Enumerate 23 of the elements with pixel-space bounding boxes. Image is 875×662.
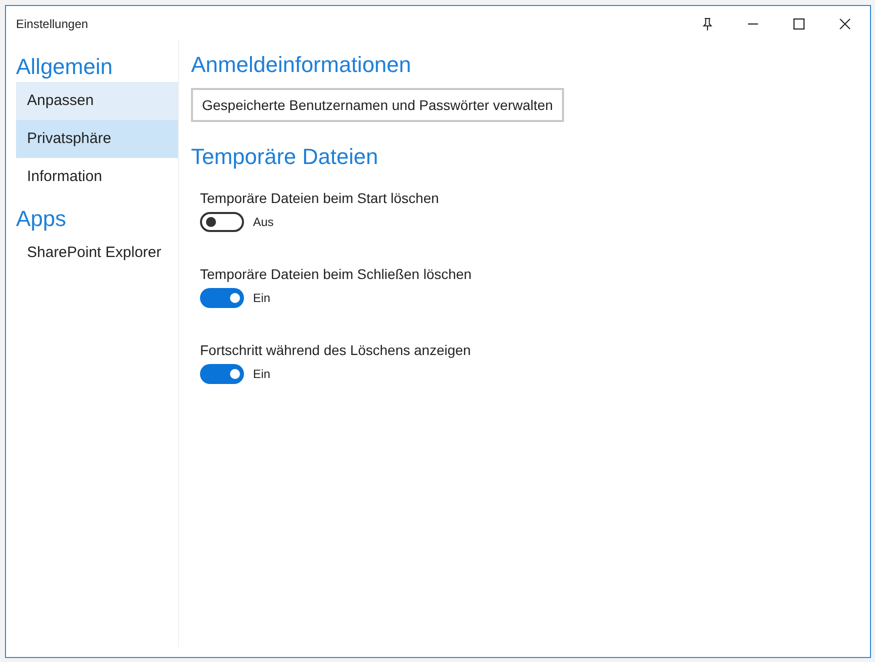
pin-icon — [702, 17, 712, 31]
sidebar-item[interactable]: Information — [16, 158, 178, 196]
section-heading: Anmeldeinformationen — [191, 51, 412, 79]
sidebar-item[interactable]: SharePoint Explorer — [16, 234, 178, 272]
toggle-state: Aus — [253, 214, 274, 231]
close-icon — [839, 18, 851, 30]
toggle-switch[interactable] — [200, 364, 244, 384]
minimize-icon — [747, 23, 759, 25]
sidebar-item[interactable]: Privatsphäre — [16, 120, 178, 158]
sidebar-heading: Apps — [16, 205, 68, 233]
section-heading: Temporäre Dateien — [191, 143, 380, 171]
toggle-label: Temporäre Dateien beim Start löschen — [200, 189, 440, 208]
window-title: Einstellungen — [16, 16, 90, 33]
toggle-label: Temporäre Dateien beim Schließen löschen — [200, 265, 473, 284]
maximize-icon — [793, 18, 805, 30]
toggle-label: Fortschritt während des Löschens anzeigen — [200, 341, 472, 360]
toggle-switch[interactable] — [200, 288, 244, 308]
toggle-state: Ein — [253, 366, 270, 383]
sidebar-item[interactable]: Anpassen — [16, 82, 178, 120]
toggle-switch[interactable] — [200, 212, 244, 232]
manage-credentials-button[interactable]: Gespeicherte Benutzernamen und Passwörter verwalten — [191, 88, 564, 122]
sidebar-heading: Allgemein — [16, 53, 114, 81]
toggle-state: Ein — [253, 290, 270, 307]
